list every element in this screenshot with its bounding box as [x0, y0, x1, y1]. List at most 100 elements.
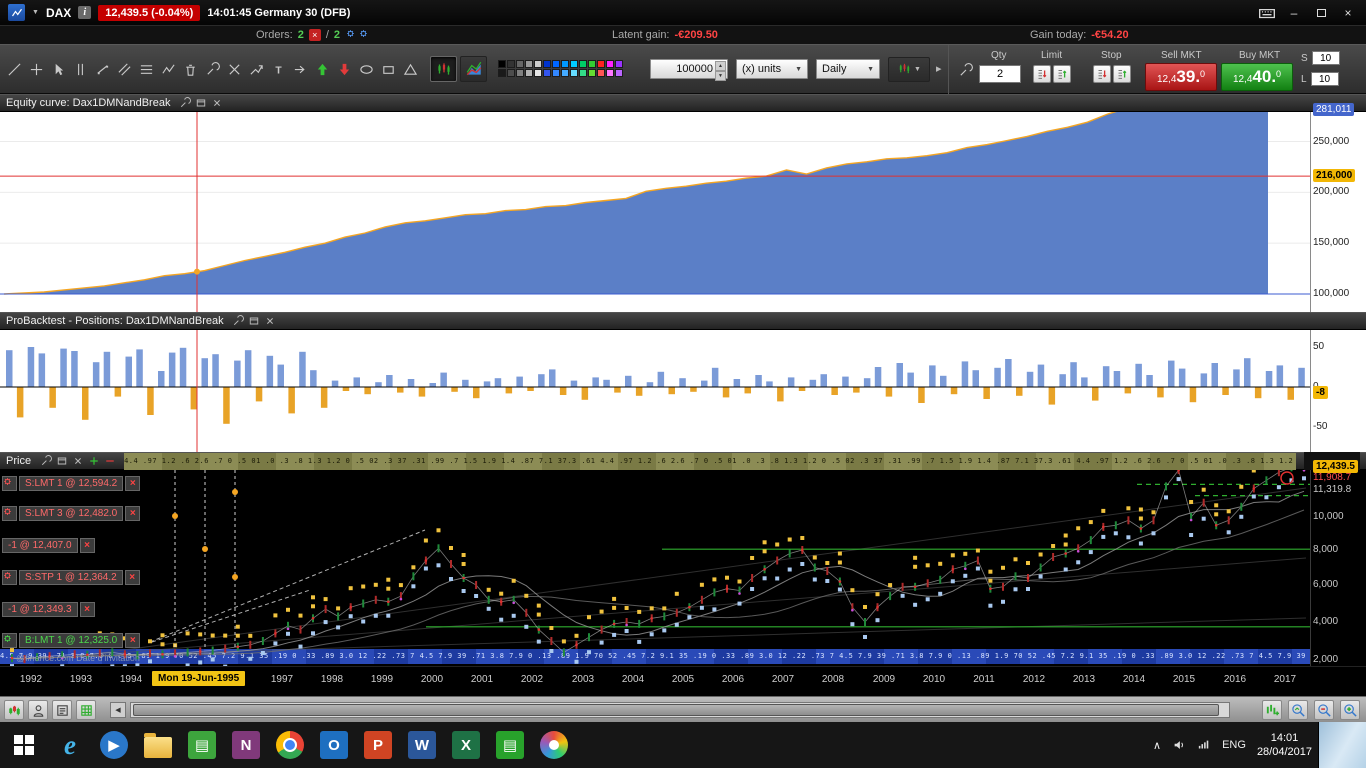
taskbar-chrome[interactable]: [268, 722, 312, 768]
order-label[interactable]: -1 @ 12,407.0: [2, 538, 78, 553]
arrow-right-tool[interactable]: [290, 57, 311, 82]
equity-chart-area[interactable]: [0, 106, 1310, 312]
color-swatch[interactable]: [516, 69, 524, 77]
zoom-in-button[interactable]: [1340, 700, 1360, 720]
color-swatch[interactable]: [534, 60, 542, 68]
zoom-out-button[interactable]: [1314, 700, 1334, 720]
color-swatch[interactable]: [561, 60, 569, 68]
taskbar-onenote[interactable]: N: [224, 722, 268, 768]
close-icon[interactable]: [264, 315, 277, 328]
segment-tool[interactable]: [92, 57, 113, 82]
clock[interactable]: 14:01 28/04/2017: [1257, 731, 1312, 760]
sell-limit-button[interactable]: [1033, 65, 1051, 83]
volume-icon[interactable]: [1172, 738, 1186, 752]
wrench-icon[interactable]: [232, 315, 245, 328]
fibonacci-tool[interactable]: [136, 57, 157, 82]
color-swatch[interactable]: [588, 60, 596, 68]
color-swatch[interactable]: [543, 60, 551, 68]
table-green-button[interactable]: [76, 700, 96, 720]
text-tool[interactable]: T: [268, 57, 289, 82]
ticket-settings-wrench-icon[interactable]: [955, 60, 975, 80]
positions-chart-area[interactable]: [0, 330, 1310, 452]
taskbar-paint[interactable]: [532, 722, 576, 768]
taskbar-word[interactable]: W: [400, 722, 444, 768]
chart-style-area-button[interactable]: [460, 56, 487, 82]
plus-icon[interactable]: [87, 455, 100, 468]
quantity-stepper[interactable]: 100000 ▲ ▼: [650, 59, 728, 81]
cancel-order-button[interactable]: ×: [79, 602, 95, 617]
instrument-name[interactable]: DAX: [46, 6, 71, 20]
order-label[interactable]: -1 @ 12,349.3: [2, 602, 78, 617]
arrow-up-tool[interactable]: [312, 57, 333, 82]
price-candlestick-chart[interactable]: [0, 470, 1310, 666]
gear-icon[interactable]: [345, 28, 356, 42]
buy-stop-button[interactable]: [1113, 65, 1131, 83]
cancel-order-button[interactable]: ×: [125, 476, 141, 491]
scroll-left-button[interactable]: ◀: [110, 702, 126, 718]
close-button[interactable]: ×: [1338, 5, 1358, 21]
color-swatch[interactable]: [588, 69, 596, 77]
color-swatch[interactable]: [516, 60, 524, 68]
order-settings-icon[interactable]: [2, 476, 17, 491]
cross-tools-tool[interactable]: [224, 57, 245, 82]
minus-icon[interactable]: [103, 455, 116, 468]
taskbar-powerpoint[interactable]: P: [356, 722, 400, 768]
h-scrollbar-track[interactable]: [130, 702, 1230, 718]
buy-limit-button[interactable]: [1053, 65, 1071, 83]
desktop-wallpaper-sliver[interactable]: [1318, 722, 1366, 768]
price-chart-area[interactable]: 4.5 7.9 39 .71 3.8 7.9 0 .13 .89 1.9 70 …: [0, 470, 1310, 666]
tray-chevron-icon[interactable]: ∧: [1153, 739, 1161, 752]
pointer-tool[interactable]: [48, 57, 69, 82]
quantity-spin-arrows[interactable]: ▲ ▼: [715, 61, 726, 81]
color-swatch[interactable]: [615, 60, 623, 68]
order-settings-icon[interactable]: [2, 570, 17, 585]
vertical-lines-tool[interactable]: [70, 57, 91, 82]
crosshair-tool[interactable]: [26, 57, 47, 82]
order-label[interactable]: S:LMT 1 @ 12,594.2: [19, 476, 124, 491]
gear-icon[interactable]: [358, 28, 369, 42]
taskbar-internet-explorer[interactable]: e: [48, 722, 92, 768]
color-swatch[interactable]: [570, 60, 578, 68]
triangle-tool[interactable]: [400, 57, 421, 82]
limit-distance-input[interactable]: 10: [1310, 72, 1339, 86]
instrument-dropdown-caret[interactable]: ▼: [32, 9, 39, 16]
zigzag-tool[interactable]: [158, 57, 179, 82]
color-swatch[interactable]: [606, 60, 614, 68]
taskbar-outlook[interactable]: O: [312, 722, 356, 768]
news-list-button[interactable]: [52, 700, 72, 720]
trash-tool[interactable]: [180, 57, 201, 82]
color-swatch[interactable]: [552, 69, 560, 77]
cancel-all-orders-button[interactable]: ×: [308, 29, 321, 41]
color-swatch[interactable]: [570, 69, 578, 77]
network-icon[interactable]: [1197, 738, 1211, 752]
order-label[interactable]: B:LMT 1 @ 12,325.0: [19, 633, 124, 648]
ticket-qty-input[interactable]: 2: [979, 65, 1021, 83]
positions-bar-chart[interactable]: [0, 330, 1310, 452]
units-select[interactable]: (x) units ▼: [736, 59, 808, 79]
ellipse-tool[interactable]: [356, 57, 377, 82]
taskbar-app-green[interactable]: ▤: [180, 722, 224, 768]
window-icon[interactable]: [248, 315, 261, 328]
taskbar-file-explorer[interactable]: [136, 722, 180, 768]
taskbar-start[interactable]: [0, 722, 48, 768]
taskbar-excel[interactable]: X: [444, 722, 488, 768]
color-swatch[interactable]: [615, 69, 623, 77]
wrench-icon[interactable]: [39, 455, 52, 468]
buy-market-button[interactable]: 12,4 40. 0: [1221, 63, 1293, 91]
sell-stop-button[interactable]: [1093, 65, 1111, 83]
expand-toolbar-button[interactable]: ▸: [936, 62, 942, 75]
color-swatch[interactable]: [597, 69, 605, 77]
minimize-button[interactable]: –: [1284, 5, 1304, 21]
language-indicator[interactable]: ENG: [1222, 739, 1246, 751]
color-swatch[interactable]: [507, 69, 515, 77]
keyboard-icon[interactable]: [1257, 5, 1277, 21]
zigzag-arrow-tool[interactable]: [246, 57, 267, 82]
taskbar-app-green-2[interactable]: ▤: [488, 722, 532, 768]
color-swatch[interactable]: [498, 69, 506, 77]
color-swatch[interactable]: [606, 69, 614, 77]
color-swatch[interactable]: [525, 69, 533, 77]
channel-tool[interactable]: [114, 57, 135, 82]
window-icon[interactable]: [194, 97, 207, 110]
h-scrollbar-thumb[interactable]: [133, 704, 1219, 716]
equity-curve-chart[interactable]: [0, 106, 1310, 312]
